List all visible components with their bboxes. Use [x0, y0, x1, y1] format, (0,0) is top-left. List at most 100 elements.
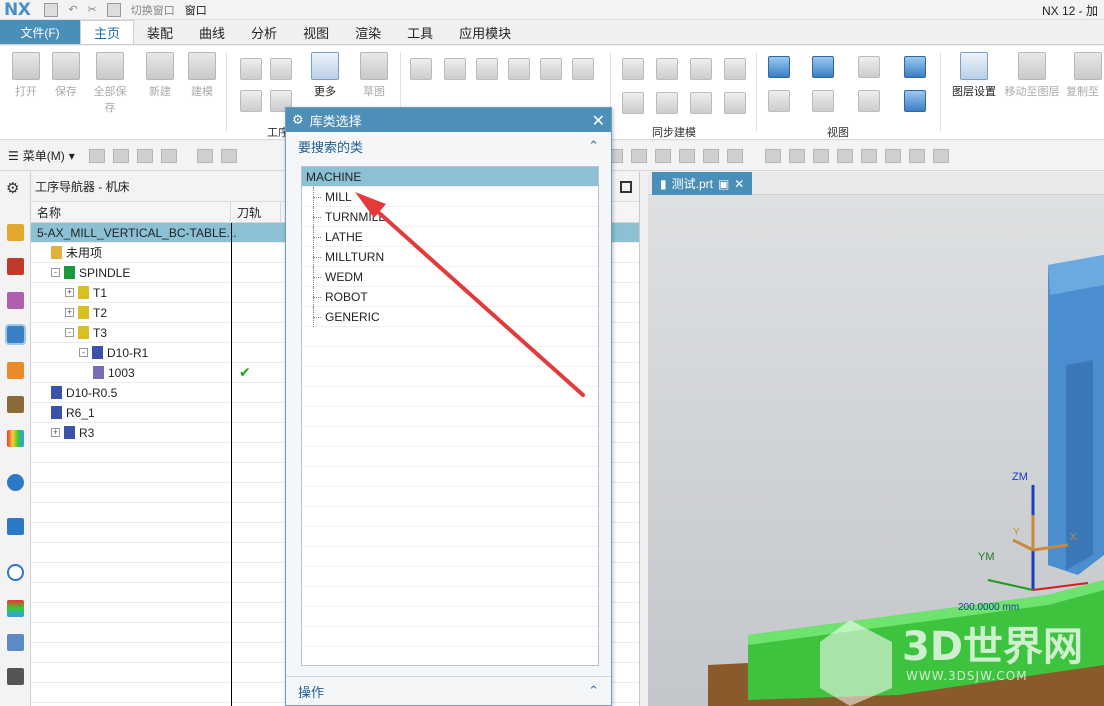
list-item[interactable]: LATHE	[302, 227, 598, 247]
gear-icon[interactable]: ⚙	[6, 179, 23, 197]
ops-tool-icon[interactable]	[270, 58, 292, 80]
file-menu-button[interactable]: 文件(F)	[0, 20, 80, 44]
list-item[interactable]: MILLTURN	[302, 247, 598, 267]
sync-model-icon[interactable]	[724, 92, 746, 114]
cut-icon[interactable]: ✂	[88, 3, 97, 16]
tab-application[interactable]: 应用模块	[446, 20, 524, 44]
tab-view[interactable]: 视图	[290, 20, 342, 44]
modeling-button[interactable]: 建模	[182, 46, 222, 99]
curve-icon[interactable]	[540, 58, 562, 80]
curve-icon[interactable]	[572, 58, 594, 80]
part-navigator-icon[interactable]	[7, 292, 24, 309]
chevron-up-icon[interactable]: ⌃	[588, 138, 599, 154]
view-tool-icon[interactable]	[908, 148, 925, 163]
render-style-icon[interactable]	[768, 90, 790, 112]
operations-section-header[interactable]: 操作 ⌃	[286, 677, 611, 705]
save-button[interactable]: 保存	[46, 46, 86, 99]
sync-model-icon[interactable]	[656, 58, 678, 80]
expand-icon[interactable]: +	[51, 428, 60, 437]
expand-icon[interactable]: +	[65, 288, 74, 297]
history-icon[interactable]	[7, 474, 24, 491]
column-header-name[interactable]: 名称	[31, 202, 231, 222]
tab-curve[interactable]: 曲线	[186, 20, 238, 44]
tab-menu-icon[interactable]: ▣	[718, 177, 729, 191]
sync-model-icon[interactable]	[656, 92, 678, 114]
reuse-library-icon[interactable]	[7, 396, 24, 413]
view-orient-icon[interactable]	[858, 56, 880, 78]
snap-point-icon[interactable]	[726, 148, 743, 163]
snap-icon[interactable]	[196, 148, 213, 163]
clock-icon[interactable]	[7, 564, 24, 581]
view-tool-icon[interactable]	[860, 148, 877, 163]
part-tab[interactable]: ▮ 测试.prt ▣ ✕	[652, 172, 753, 195]
sync-model-icon[interactable]	[690, 92, 712, 114]
constraint-navigator-icon[interactable]	[7, 258, 24, 275]
collapse-icon[interactable]: -	[79, 348, 88, 357]
view-tool-icon[interactable]	[788, 148, 805, 163]
maximize-icon[interactable]	[620, 181, 632, 193]
new-button[interactable]: 新建	[140, 46, 180, 99]
list-item[interactable]: MILL	[302, 187, 598, 207]
list-item[interactable]: TURNMILL	[302, 207, 598, 227]
snap-point-icon[interactable]	[702, 148, 719, 163]
sync-model-icon[interactable]	[690, 58, 712, 80]
copy-icon[interactable]	[106, 2, 121, 17]
line-icon[interactable]	[410, 58, 432, 80]
fit-view-icon[interactable]	[768, 56, 790, 78]
view-tool-icon[interactable]	[884, 148, 901, 163]
snap-point-icon[interactable]	[630, 148, 647, 163]
tab-analysis[interactable]: 分析	[238, 20, 290, 44]
collapse-icon[interactable]: -	[51, 268, 60, 277]
curve-icon[interactable]	[476, 58, 498, 80]
tab-render[interactable]: 渲染	[342, 20, 394, 44]
view-cube-icon[interactable]	[812, 56, 834, 78]
snap-icon[interactable]	[220, 148, 237, 163]
edge-style-icon[interactable]	[812, 90, 834, 112]
assembly-navigator-icon[interactable]	[7, 224, 24, 241]
close-icon[interactable]: ✕	[734, 177, 744, 191]
save-all-button[interactable]: 全部保存	[90, 46, 130, 115]
move-to-layer-button[interactable]: 移动至图层	[1002, 46, 1062, 99]
sync-model-icon[interactable]	[622, 92, 644, 114]
collapse-icon[interactable]: -	[65, 328, 74, 337]
menu-button[interactable]: ☰ 菜单(M) ▾	[8, 147, 75, 164]
expand-icon[interactable]: +	[65, 308, 74, 317]
robot-icon[interactable]	[7, 668, 24, 685]
open-button[interactable]: 打开	[6, 46, 46, 99]
switch-window-button[interactable]: 切换窗口	[131, 2, 175, 18]
column-divider[interactable]	[231, 223, 232, 706]
machine-tool-navigator-icon[interactable]	[7, 362, 24, 379]
palette-icon[interactable]	[7, 600, 24, 617]
ops-tool-icon[interactable]	[240, 58, 262, 80]
roles-icon[interactable]	[7, 430, 24, 447]
more-button[interactable]: 更多	[305, 46, 345, 99]
chevron-up-icon[interactable]: ⌃	[588, 683, 599, 699]
tab-tools[interactable]: 工具	[394, 20, 446, 44]
orient-icon[interactable]	[904, 90, 926, 112]
dialog-title-bar[interactable]: ⚙ 库类选择	[286, 108, 611, 132]
selection-filter-icon[interactable]	[136, 148, 153, 163]
selection-filter-icon[interactable]	[160, 148, 177, 163]
copy-to-layer-button[interactable]: 复制至	[1066, 46, 1104, 99]
ops-tool-icon[interactable]	[240, 90, 262, 112]
search-class-section-header[interactable]: 要搜索的类 ⌃	[286, 132, 611, 160]
sync-model-icon[interactable]	[622, 58, 644, 80]
view-tool-icon[interactable]	[764, 148, 781, 163]
list-item[interactable]: GENERIC	[302, 307, 598, 327]
undo-icon[interactable]: ↶	[68, 3, 77, 16]
layer-settings-button[interactable]: 图层设置	[950, 46, 998, 99]
simulation-icon[interactable]	[7, 634, 24, 651]
list-item[interactable]: WEDM	[302, 267, 598, 287]
view-toggle-icon[interactable]	[904, 56, 926, 78]
column-header-toolpath[interactable]: 刀轨	[231, 202, 281, 222]
window-menu-button[interactable]: 窗口	[185, 2, 207, 18]
snap-point-icon[interactable]	[678, 148, 695, 163]
rotate-icon[interactable]	[812, 148, 829, 163]
list-item-machine[interactable]: MACHINE	[302, 167, 598, 187]
selection-filter-icon[interactable]	[88, 148, 105, 163]
web-browser-icon[interactable]	[7, 518, 24, 535]
close-icon[interactable]: ✕	[592, 111, 605, 131]
background-icon[interactable]	[858, 90, 880, 112]
sketch-button[interactable]: 草图	[354, 46, 394, 99]
sync-model-icon[interactable]	[724, 58, 746, 80]
